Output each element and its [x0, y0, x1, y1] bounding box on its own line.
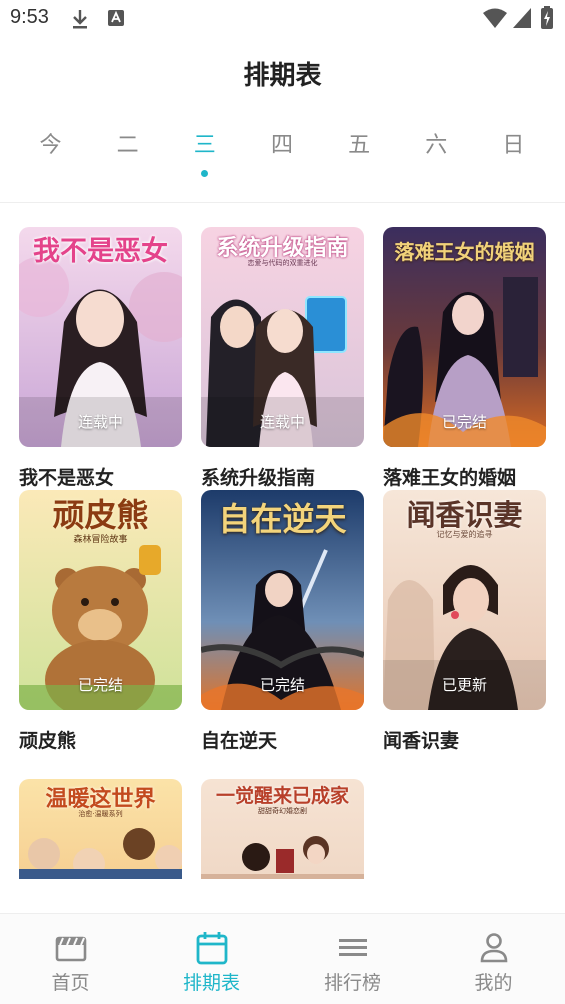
comic-cover: 闻香识妻 记忆与爱的追寻 已更新 [383, 490, 546, 710]
cover-title: 闻香识妻 [406, 498, 523, 532]
cover-subtitle: 森林冒险故事 [73, 535, 128, 545]
nav-label: 我的 [474, 972, 513, 994]
comic-title: 系统升级指南 [201, 467, 316, 489]
nav-item-home[interactable]: 首页 [0, 914, 141, 1004]
user-icon [477, 930, 511, 968]
tab-day-saturday[interactable]: 六 [398, 128, 475, 188]
wifi-icon [482, 7, 508, 33]
comic-title: 落难王女的婚姻 [383, 467, 517, 489]
tab-label: 四 [270, 133, 293, 158]
tab-label: 二 [116, 133, 139, 158]
cover-title: 落难王女的婚姻 [394, 240, 535, 264]
active-indicator-dot [201, 170, 209, 177]
nav-label: 排行榜 [323, 972, 381, 994]
status-badge: 连载中 [77, 413, 123, 431]
nav-item-schedule[interactable]: 排期表 [141, 914, 282, 1004]
comic-title: 我不是恶女 [19, 467, 115, 489]
nav-item-profile[interactable]: 我的 [423, 914, 564, 1004]
cover-title: 一觉醒来已成家 [215, 785, 349, 807]
status-bar: 9:53 [0, 0, 565, 38]
tab-day-sunday[interactable]: 日 [475, 128, 552, 188]
tab-label: 五 [348, 133, 371, 158]
cover-subtitle: 记忆与爱的追寻 [436, 530, 493, 539]
cover-subtitle: 甜甜奇幻婚恋剧 [258, 807, 307, 815]
tab-day-wednesday[interactable]: 三 [166, 128, 243, 188]
battery-charging-icon [540, 6, 554, 34]
day-tabs: 今 二 三 四 五 六 日 [12, 128, 552, 188]
tab-day-friday[interactable]: 五 [321, 128, 398, 188]
status-badge: 已完结 [77, 676, 123, 694]
calendar-icon [195, 930, 229, 970]
cover-title: 我不是恶女 [33, 236, 168, 267]
tab-day-thursday[interactable]: 四 [243, 128, 320, 188]
comic-title: 顽皮熊 [19, 730, 77, 752]
cover-title: 顽皮熊 [52, 496, 149, 534]
tab-label: 三 [193, 133, 216, 158]
tab-label: 日 [502, 133, 525, 158]
clapperboard-icon [54, 930, 88, 968]
download-icon [70, 8, 90, 34]
cover-subtitle: 恋爱与代码的双重进化 [247, 259, 318, 267]
comic-cover: 系统升级指南 恋爱与代码的双重进化 连载中 [201, 227, 364, 447]
app-notification-icon [106, 8, 126, 32]
nav-item-ranking[interactable]: 排行榜 [282, 914, 423, 1004]
comic-title: 闻香识妻 [383, 730, 460, 752]
comic-title: 自在逆天 [201, 730, 278, 752]
tab-day-tuesday[interactable]: 二 [89, 128, 166, 188]
signal-icon [512, 7, 532, 33]
comic-cover: 一觉醒来已成家 甜甜奇幻婚恋剧 [201, 779, 364, 879]
status-time: 9:53 [10, 6, 49, 28]
nav-label: 排期表 [182, 972, 240, 994]
comic-cover: 自在逆天 已完结 [201, 490, 364, 710]
header-divider [0, 202, 565, 203]
comic-cover: 我不是恶女 连载中 [19, 227, 182, 447]
comic-cover: 顽皮熊 森林冒险故事 已完结 [19, 490, 182, 710]
tab-day-today[interactable]: 今 [12, 128, 89, 188]
cover-subtitle: 治愈·温暖系列 [78, 810, 123, 818]
tab-label: 六 [425, 133, 448, 158]
page-title: 排期表 [243, 61, 322, 91]
tab-label: 今 [39, 133, 62, 158]
status-badge: 已完结 [259, 676, 305, 694]
comic-cover: 温暖这世界 治愈·温暖系列 [19, 779, 182, 879]
nav-label: 首页 [51, 972, 90, 994]
status-badge: 已完结 [441, 413, 487, 431]
bottom-nav: 首页 排期表 排行榜 我的 [0, 913, 565, 1004]
status-badge: 连载中 [259, 413, 305, 431]
status-badge: 已更新 [441, 676, 487, 694]
ranking-list-icon [336, 930, 370, 968]
cover-title: 自在逆天 [218, 500, 347, 538]
comic-cover: 落难王女的婚姻 已完结 [383, 227, 546, 447]
comic-grid: 我不是恶女 连载中 我不是恶女 系统升级指南 恋爱与代码的双重进化 连载中 系统… [0, 227, 565, 879]
